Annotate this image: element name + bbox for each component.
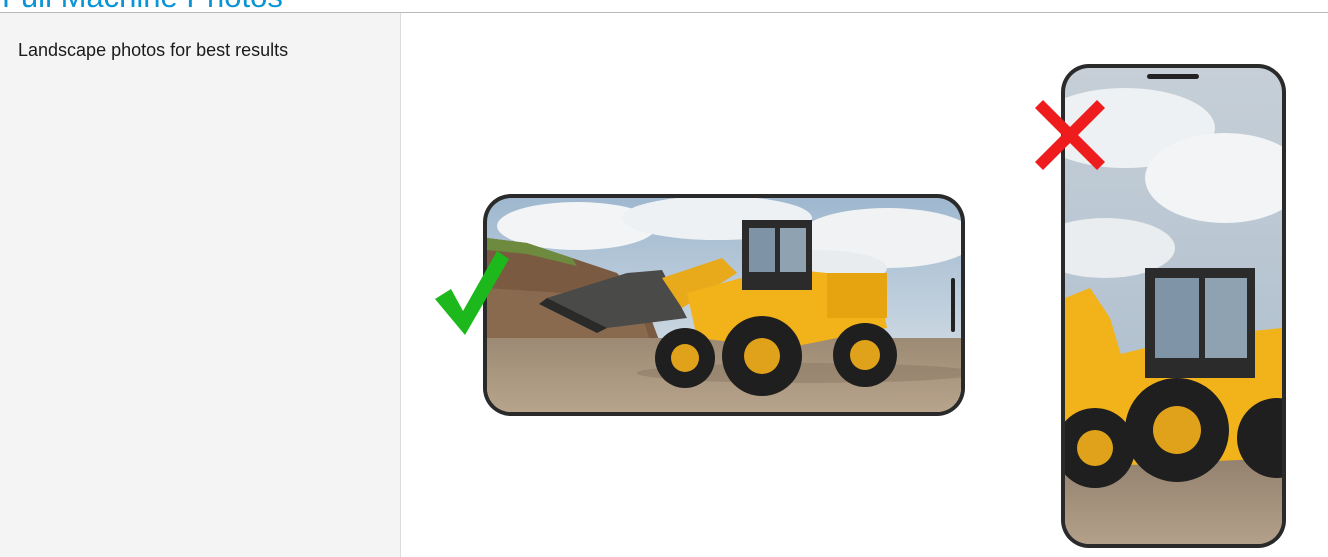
page-title: Full Machine Photos <box>2 0 283 12</box>
close-icon <box>1035 100 1105 170</box>
example-panel <box>401 13 1328 557</box>
sidebar: Landscape photos for best results <box>0 13 401 557</box>
landscape-photo <box>487 198 961 412</box>
phone-speaker <box>1147 74 1199 79</box>
check-icon <box>435 251 509 335</box>
sidebar-label: Landscape photos for best results <box>18 40 289 60</box>
phone-speaker <box>951 278 955 332</box>
landscape-phone-example <box>483 194 965 416</box>
page-header: Full Machine Photos <box>0 0 1328 13</box>
